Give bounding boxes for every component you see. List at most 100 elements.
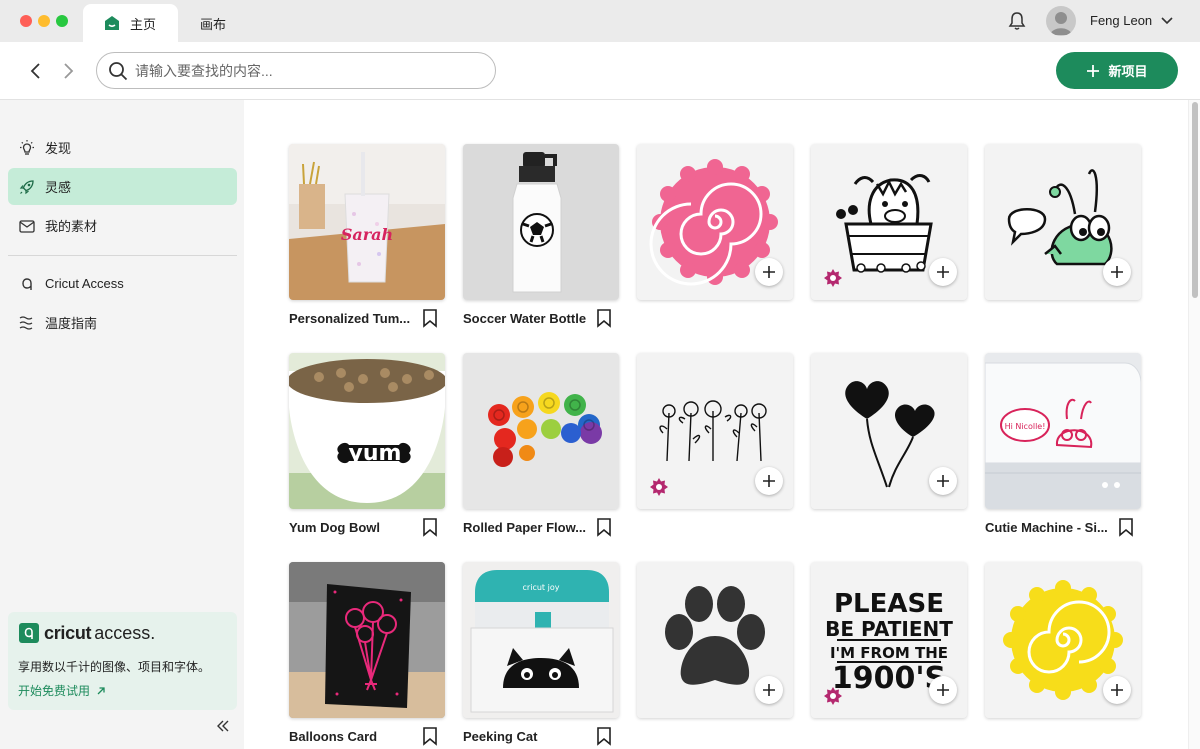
image-thumbnail[interactable]: PLEASE BE PATIENT I'M FROM THE 1900'S xyxy=(811,562,967,718)
sidebar-item-label: 温度指南 xyxy=(45,316,98,331)
project-card[interactable]: yum Yum Dog Bowl xyxy=(289,353,445,537)
image-thumbnail[interactable] xyxy=(985,562,1141,718)
project-card[interactable]: Hi Nicolle! Cutie Machine - Si... xyxy=(985,353,1141,537)
user-name[interactable]: Feng Leon xyxy=(1090,13,1152,28)
plus-icon xyxy=(937,266,949,278)
tab-canvas-label: 画布 xyxy=(200,16,227,32)
balloons-card-image xyxy=(289,562,445,718)
plus-icon xyxy=(937,475,949,487)
tumbler-name-text: Sarah xyxy=(341,225,393,244)
external-arrow-icon xyxy=(97,686,105,694)
image-thumbnail[interactable] xyxy=(811,353,967,509)
project-thumbnail[interactable]: cricut joy xyxy=(463,562,619,718)
minimize-window-button[interactable] xyxy=(38,15,50,27)
patient-line-1: PLEASE xyxy=(834,589,944,619)
title-bar: 主页 画布 Feng Leon xyxy=(0,0,1200,42)
add-to-canvas-button[interactable] xyxy=(1103,258,1131,286)
collapse-sidebar-icon[interactable] xyxy=(214,718,232,734)
bookmark-icon[interactable] xyxy=(1117,517,1135,537)
add-to-canvas-button[interactable] xyxy=(929,258,957,286)
bookmark-icon[interactable] xyxy=(421,308,439,328)
project-thumbnail[interactable] xyxy=(463,144,619,300)
sidebar-item-heat-guide[interactable]: 温度指南 xyxy=(8,304,237,341)
inspiration-grid: Sarah Personalized Tum... Soccer Water B… xyxy=(244,100,1188,749)
chevron-down-icon[interactable] xyxy=(1160,15,1174,27)
bookmark-icon[interactable] xyxy=(421,517,439,537)
dog-bowl-text: yum xyxy=(349,441,402,466)
bookmark-icon[interactable] xyxy=(595,517,613,537)
new-project-button[interactable]: 新项目 xyxy=(1056,52,1178,89)
tab-home[interactable]: 主页 xyxy=(83,4,178,42)
project-thumbnail[interactable]: Hi Nicolle! xyxy=(985,353,1141,509)
sidebar-item-label: 我的素材 xyxy=(45,219,98,234)
water-bottle-image xyxy=(463,144,619,300)
scrollbar[interactable] xyxy=(1188,100,1200,749)
image-thumbnail[interactable] xyxy=(637,144,793,300)
scrollbar-thumb[interactable] xyxy=(1192,102,1198,298)
new-project-label: 新项目 xyxy=(1108,64,1148,79)
plus-icon xyxy=(937,684,949,696)
bell-icon[interactable] xyxy=(1006,10,1028,32)
user-icon xyxy=(1050,12,1072,35)
free-trial-label: 开始免费试用 xyxy=(18,684,91,698)
search-box[interactable] xyxy=(96,52,496,89)
add-to-canvas-button[interactable] xyxy=(755,467,783,495)
avatar[interactable] xyxy=(1046,6,1076,36)
free-trial-link[interactable]: 开始免费试用 xyxy=(18,682,106,699)
search-input[interactable] xyxy=(135,62,465,79)
bookmark-icon[interactable] xyxy=(595,308,613,328)
image-card[interactable] xyxy=(811,353,967,509)
image-card[interactable] xyxy=(637,144,793,300)
project-card[interactable]: cricut joy Peeking Cat xyxy=(463,562,619,746)
plus-icon xyxy=(763,266,775,278)
project-card[interactable]: Rolled Paper Flow... xyxy=(463,353,619,537)
machine-decal-text: Hi Nicolle! xyxy=(1005,422,1046,431)
bookmark-icon[interactable] xyxy=(595,726,613,746)
project-thumbnail[interactable]: yum xyxy=(289,353,445,509)
add-to-canvas-button[interactable] xyxy=(929,676,957,704)
project-thumbnail[interactable] xyxy=(289,562,445,718)
access-promo: cricut access. 享用数以千计的图像、项目和字体。 开始免费试用 xyxy=(8,612,237,710)
image-thumbnail[interactable] xyxy=(985,144,1141,300)
image-card[interactable] xyxy=(985,562,1141,718)
card-caption: Cutie Machine - Si... xyxy=(985,520,1108,535)
zoom-window-button[interactable] xyxy=(56,15,68,27)
project-card[interactable]: Balloons Card xyxy=(289,562,445,746)
patient-line-2: BE PATIENT xyxy=(825,617,953,641)
image-card[interactable] xyxy=(811,144,967,300)
tab-canvas[interactable]: 画布 xyxy=(200,4,226,42)
access-logo-icon xyxy=(19,623,39,643)
card-caption: Soccer Water Bottle xyxy=(463,311,587,326)
sidebar-item-inspiration[interactable]: 灵感 xyxy=(8,168,237,205)
plus-icon xyxy=(763,475,775,487)
forward-arrow-icon[interactable] xyxy=(58,60,78,82)
sidebar-item-discover[interactable]: 发现 xyxy=(8,129,237,166)
project-card[interactable]: Soccer Water Bottle xyxy=(463,144,619,328)
access-badge-icon xyxy=(824,687,842,705)
project-thumbnail[interactable] xyxy=(463,353,619,509)
project-card[interactable]: Sarah Personalized Tum... xyxy=(289,144,445,328)
add-to-canvas-button[interactable] xyxy=(929,467,957,495)
back-arrow-icon[interactable] xyxy=(26,60,46,82)
card-caption: Balloons Card xyxy=(289,729,378,744)
project-thumbnail[interactable]: Sarah xyxy=(289,144,445,300)
image-card[interactable] xyxy=(637,353,793,509)
add-to-canvas-button[interactable] xyxy=(1103,676,1131,704)
add-to-canvas-button[interactable] xyxy=(755,676,783,704)
image-thumbnail[interactable] xyxy=(637,353,793,509)
add-to-canvas-button[interactable] xyxy=(755,258,783,286)
sidebar: 发现 灵感 我的素材 Cricut Access 温度指南 cricut acc… xyxy=(0,100,244,749)
image-thumbnail[interactable] xyxy=(811,144,967,300)
cricut-joy-image: cricut joy xyxy=(463,562,619,718)
search-icon xyxy=(109,61,128,80)
image-card[interactable] xyxy=(637,562,793,718)
image-thumbnail[interactable] xyxy=(637,562,793,718)
bookmark-icon[interactable] xyxy=(421,726,439,746)
image-card[interactable] xyxy=(985,144,1141,300)
sidebar-item-my-materials[interactable]: 我的素材 xyxy=(8,207,237,244)
close-window-button[interactable] xyxy=(20,15,32,27)
sidebar-item-label: 发现 xyxy=(45,141,72,156)
image-card[interactable]: PLEASE BE PATIENT I'M FROM THE 1900'S xyxy=(811,562,967,718)
inbox-icon xyxy=(19,219,35,233)
sidebar-item-cricut-access[interactable]: Cricut Access xyxy=(8,265,237,302)
